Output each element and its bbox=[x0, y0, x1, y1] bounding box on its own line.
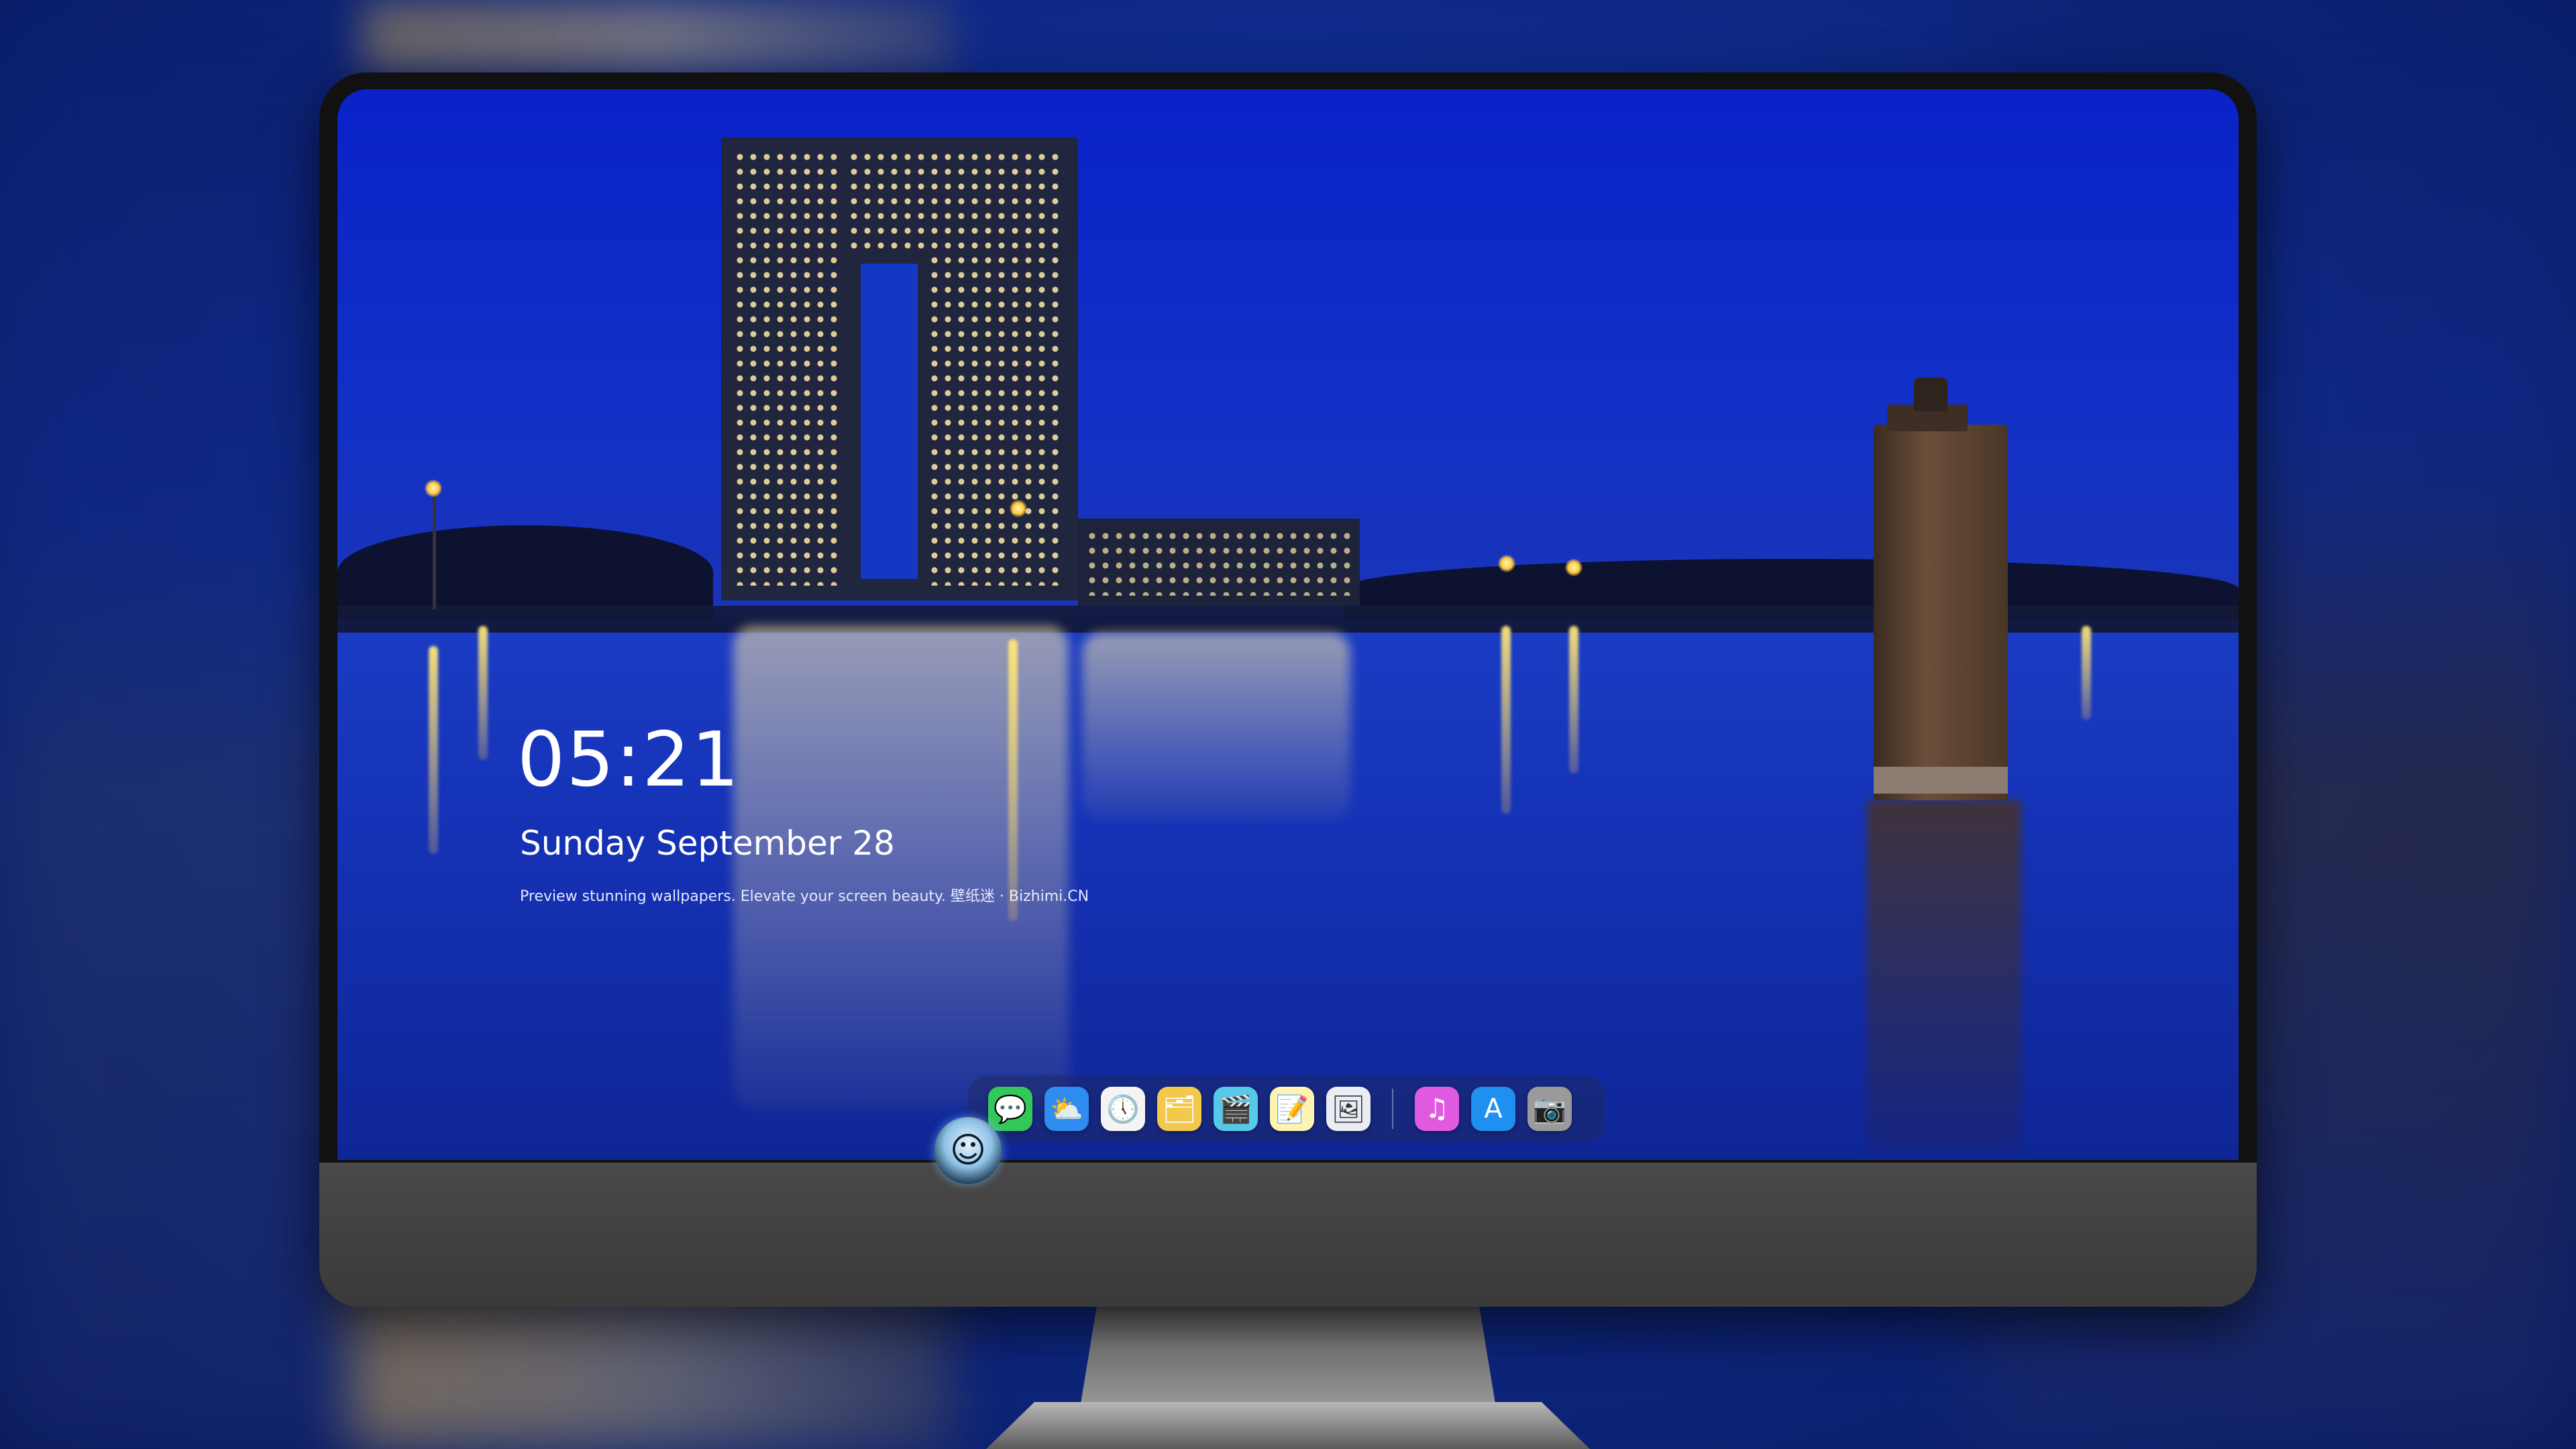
music-icon[interactable]: ♫ bbox=[1415, 1087, 1459, 1131]
lamp-pole bbox=[433, 488, 436, 609]
monitor-chin bbox=[319, 1163, 2257, 1307]
light-reflection bbox=[1569, 626, 1578, 773]
dock: 💬 ⛅ 🕔 🗂 🎬 📝 🖼 ♫ A 📷 bbox=[968, 1075, 1605, 1142]
camera-icon[interactable]: 📷 bbox=[1527, 1087, 1572, 1131]
pillar-band bbox=[1874, 767, 2008, 794]
background-lights-top bbox=[362, 0, 953, 74]
app-store-icon[interactable]: A bbox=[1471, 1087, 1515, 1131]
desktop-screen: 05:21 Sunday September 28 Preview stunni… bbox=[337, 89, 2239, 1160]
wallpaper-caption: Preview stunning wallpapers. Elevate you… bbox=[520, 888, 1089, 905]
monitor: 05:21 Sunday September 28 Preview stunni… bbox=[319, 72, 2257, 1307]
light-reflection bbox=[1501, 626, 1511, 814]
street-lamp bbox=[425, 480, 442, 497]
pillar-reflection bbox=[1867, 800, 2021, 1149]
street-lamp bbox=[1565, 559, 1582, 576]
monitor-stand-base bbox=[986, 1402, 1590, 1449]
low-building-reflection bbox=[1082, 633, 1350, 820]
monitor-stand bbox=[1080, 1307, 1496, 1407]
light-reflection bbox=[1008, 639, 1018, 921]
dock-separator bbox=[1392, 1089, 1393, 1129]
clock-icon[interactable]: 🕔 bbox=[1101, 1087, 1145, 1131]
light-reflection bbox=[429, 646, 438, 854]
building-reflection bbox=[733, 626, 1069, 1109]
low-building-windows bbox=[1085, 529, 1354, 596]
weather-icon[interactable]: ⛅ bbox=[1044, 1087, 1089, 1131]
street-lamp bbox=[1010, 500, 1027, 517]
messages-icon[interactable]: 💬 bbox=[988, 1087, 1032, 1131]
notes-icon[interactable]: 📝 bbox=[1270, 1087, 1314, 1131]
building-gap bbox=[861, 264, 918, 579]
light-reflection bbox=[2082, 626, 2091, 720]
lock-date: Sunday September 28 bbox=[520, 824, 895, 863]
pillar-cap bbox=[1914, 378, 1947, 411]
lock-clock: 05:21 bbox=[517, 716, 741, 804]
clapperboard-icon[interactable]: 🎬 bbox=[1214, 1087, 1258, 1131]
wallpaper-trees-left bbox=[337, 525, 713, 619]
photos-icon[interactable]: 🖼 bbox=[1326, 1087, 1371, 1131]
wallpaper-pillar bbox=[1874, 425, 2008, 800]
mascot-logo-icon: ☺ bbox=[934, 1117, 1002, 1184]
light-reflection bbox=[478, 626, 488, 760]
building-windows-top bbox=[847, 150, 928, 250]
preview-icon[interactable]: 🗂 bbox=[1157, 1087, 1201, 1131]
building-windows-left bbox=[733, 150, 841, 586]
street-lamp bbox=[1498, 555, 1515, 572]
building-windows-right bbox=[928, 150, 1062, 586]
